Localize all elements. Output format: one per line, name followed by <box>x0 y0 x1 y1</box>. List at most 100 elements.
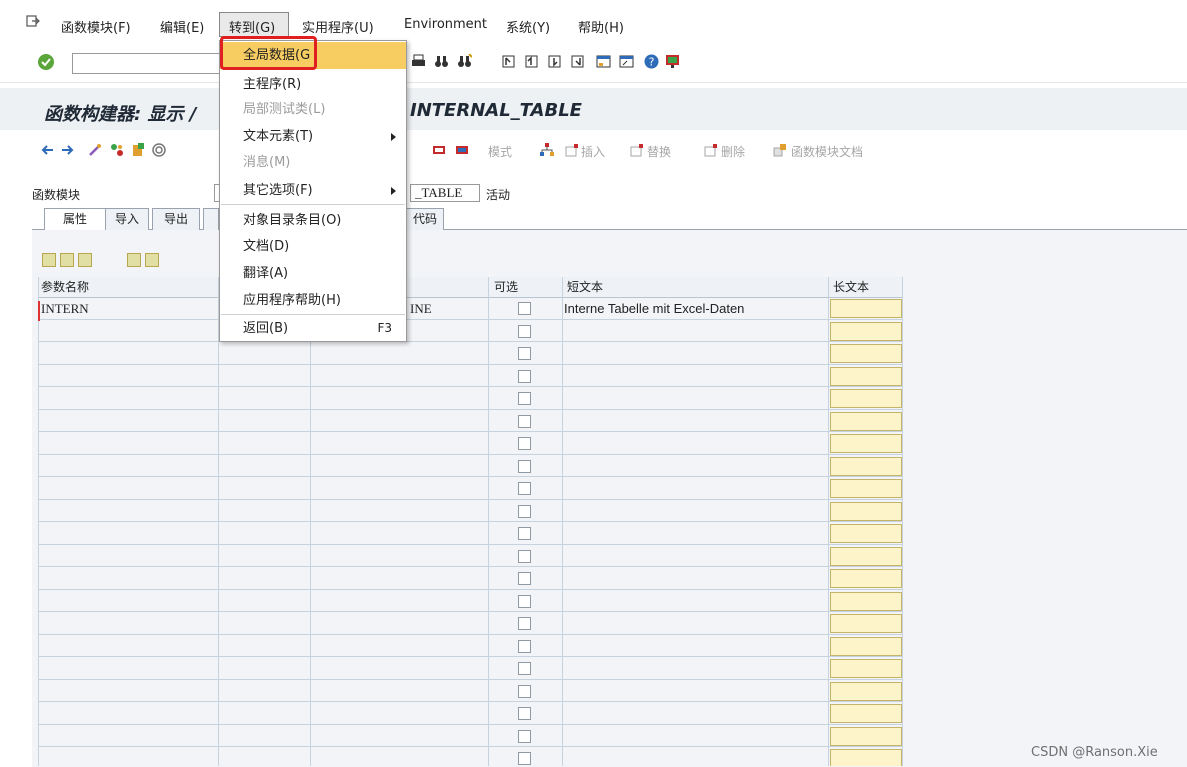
optional-checkbox[interactable] <box>518 729 531 743</box>
pretty-printer-icon[interactable] <box>455 143 469 157</box>
menu-edit[interactable]: 编辑(E) <box>160 17 204 36</box>
type-ref-cell[interactable]: INE <box>410 301 432 317</box>
command-field[interactable] <box>72 53 222 74</box>
insert-row-icon[interactable] <box>565 143 579 157</box>
shortcut-icon[interactable] <box>619 54 634 69</box>
long-text-button[interactable] <box>830 321 902 341</box>
header-optional[interactable]: 可选 <box>491 277 518 297</box>
optional-checkbox[interactable] <box>518 707 531 720</box>
enter-check-icon[interactable] <box>38 54 54 70</box>
menu-item-main-program[interactable]: 主程序(R) <box>220 71 406 98</box>
long-text-button[interactable] <box>830 434 902 453</box>
hierarchy-icon[interactable] <box>540 143 554 157</box>
check-icon[interactable] <box>131 143 145 157</box>
optional-checkbox[interactable] <box>518 482 531 495</box>
menu-item-translate[interactable]: 翻译(A) <box>220 260 406 287</box>
activate-icon[interactable] <box>110 143 124 157</box>
header-long-text[interactable]: 长文本 <box>830 277 869 297</box>
header-param-name[interactable]: 参数名称 <box>38 277 89 297</box>
find-next-icon[interactable] <box>457 54 472 69</box>
delete-line-icon[interactable] <box>145 253 159 267</box>
insert-label[interactable]: 插入 <box>581 143 605 160</box>
menu-item-back[interactable]: 返回(B) F3 <box>220 315 406 342</box>
mode-label[interactable]: 模式 <box>488 143 512 160</box>
menu-item-object-directory[interactable]: 对象目录条目(O) <box>220 207 406 234</box>
long-text-button[interactable] <box>830 456 902 476</box>
menu-item-text-elements[interactable]: 文本元素(T) <box>220 123 406 150</box>
optional-checkbox[interactable] <box>518 302 531 315</box>
long-text-button[interactable] <box>830 614 902 633</box>
help-icon[interactable]: ? <box>644 54 659 69</box>
optional-checkbox[interactable] <box>518 594 531 608</box>
long-text-button[interactable] <box>830 546 902 566</box>
menu-goto[interactable]: 转到(G) <box>229 17 275 36</box>
cut-icon[interactable] <box>42 253 56 267</box>
function-doc-label[interactable]: 函数模块文档 <box>791 143 863 160</box>
exit-icon[interactable] <box>26 15 40 27</box>
find-icon[interactable] <box>434 54 449 69</box>
copy-icon[interactable] <box>60 253 74 267</box>
delete-label[interactable]: 删除 <box>721 143 745 160</box>
optional-checkbox[interactable] <box>518 684 531 698</box>
tab-hidden[interactable] <box>203 208 219 230</box>
long-text-button[interactable] <box>830 501 902 521</box>
long-text-button[interactable] <box>830 479 902 498</box>
menu-environment[interactable]: Environment <box>404 17 487 32</box>
long-text-button[interactable] <box>830 344 902 363</box>
paste-icon[interactable] <box>78 253 92 267</box>
optional-checkbox[interactable] <box>518 617 531 630</box>
long-text-button[interactable] <box>830 411 902 431</box>
long-text-button[interactable] <box>830 636 902 656</box>
optional-checkbox[interactable] <box>518 527 531 540</box>
menu-item-documentation[interactable]: 文档(D) <box>220 233 406 260</box>
short-text-cell[interactable]: Interne Tabelle mit Excel-Daten <box>564 301 744 316</box>
tab-attributes[interactable]: 属性 <box>44 208 106 230</box>
optional-checkbox[interactable] <box>518 639 531 653</box>
optional-checkbox[interactable] <box>518 459 531 473</box>
header-short-text[interactable]: 短文本 <box>564 277 603 297</box>
optional-checkbox[interactable] <box>518 369 531 383</box>
optional-checkbox[interactable] <box>518 437 531 450</box>
menu-function-module[interactable]: 函数模块(F) <box>61 17 131 36</box>
print-icon[interactable] <box>411 54 426 69</box>
insert-line-icon[interactable] <box>127 253 141 267</box>
long-text-button[interactable] <box>830 299 902 318</box>
long-text-button[interactable] <box>830 704 902 723</box>
first-page-icon[interactable] <box>501 54 516 69</box>
function-doc-icon[interactable] <box>773 143 787 157</box>
function-module-field[interactable]: _TABLE <box>410 184 480 202</box>
display-change-icon[interactable] <box>88 143 102 157</box>
menu-help[interactable]: 帮助(H) <box>578 17 624 36</box>
replace-label[interactable]: 替换 <box>647 143 671 160</box>
long-text-button[interactable] <box>830 569 902 588</box>
optional-checkbox[interactable] <box>518 347 531 360</box>
menu-item-other-options[interactable]: 其它选项(F) <box>220 177 406 204</box>
forward-arrow-icon[interactable] <box>61 143 75 157</box>
next-page-icon[interactable] <box>547 54 562 69</box>
optional-checkbox[interactable] <box>518 324 531 338</box>
optional-checkbox[interactable] <box>518 504 531 518</box>
delete-row-icon[interactable] <box>704 143 718 157</box>
long-text-button[interactable] <box>830 749 902 766</box>
long-text-button[interactable] <box>830 726 902 746</box>
tab-source-code[interactable]: 代码 <box>406 208 444 230</box>
menu-item-application-help[interactable]: 应用程序帮助(H) <box>220 287 406 314</box>
customize-layout-icon[interactable] <box>665 54 680 69</box>
tab-import[interactable]: 导入 <box>105 208 149 230</box>
optional-checkbox[interactable] <box>518 752 531 765</box>
optional-checkbox[interactable] <box>518 414 531 428</box>
optional-checkbox[interactable] <box>518 662 531 675</box>
optional-checkbox[interactable] <box>518 549 531 563</box>
long-text-button[interactable] <box>830 524 902 543</box>
menu-system[interactable]: 系统(Y) <box>506 17 550 36</box>
back-arrow-icon[interactable] <box>40 143 54 157</box>
long-text-button[interactable] <box>830 366 902 386</box>
long-text-button[interactable] <box>830 681 902 701</box>
where-used-icon[interactable] <box>152 143 166 157</box>
long-text-button[interactable] <box>830 659 902 678</box>
param-name-cell[interactable]: INTERN <box>41 301 89 317</box>
long-text-button[interactable] <box>830 591 902 611</box>
last-page-icon[interactable] <box>570 54 585 69</box>
optional-checkbox[interactable] <box>518 572 531 585</box>
replace-row-icon[interactable] <box>630 143 644 157</box>
